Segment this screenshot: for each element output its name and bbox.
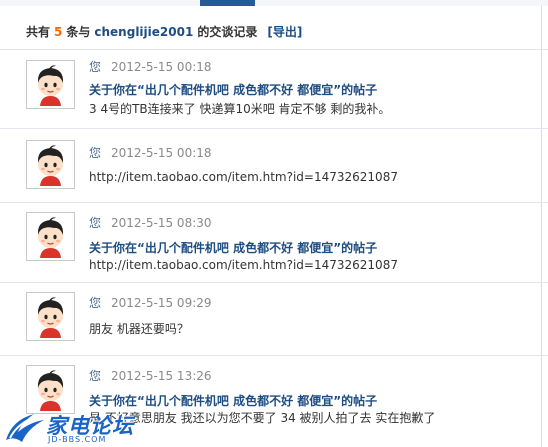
summary-prefix: 共有 [26,25,51,39]
message-count: 5 [54,25,63,39]
swoosh-logo-icon [6,414,44,442]
message-item: 您 2012-5-15 08:30 关于你在“出几个配件机吧 成色都不好 都便宜”… [0,203,548,283]
summary-mid: 条与 [66,25,91,39]
summary-suffix: 的交谈记录 [197,25,258,39]
message-text: http://item.taobao.com/item.htm?id=14732… [89,170,398,184]
avatar[interactable] [26,60,75,109]
message-sender: 您 [89,216,102,230]
message-sender: 您 [89,296,102,310]
avatar[interactable] [26,292,75,341]
message-text: 是 不好意思朋友 我还以为您不要了 34 被别人拍了去 实在抱歉了 [89,411,436,425]
conversation-summary: 共有 5 条与 chenglijie2001 的交谈记录 [导出] [26,23,302,40]
message-time: 2012-5-15 00:18 [111,60,212,74]
avatar-boy-icon [29,368,72,411]
avatar-boy-icon [29,215,72,258]
message-time: 2012-5-15 00:18 [111,146,212,160]
message-time: 2012-5-15 09:29 [111,296,212,310]
thread-link[interactable]: 关于你在“出几个配件机吧 成色都不好 都便宜”的帖子 [89,392,377,409]
message-time: 2012-5-15 13:26 [111,369,212,383]
message-meta: 您 2012-5-15 13:26 [89,367,212,384]
avatar-boy-icon [29,295,72,338]
message-meta: 您 2012-5-15 08:30 [89,214,212,231]
message-meta: 您 2012-5-15 00:18 [89,144,212,161]
avatar[interactable] [26,365,75,414]
site-watermark-logo: 家电论坛 JD-BBS.COM [4,410,133,447]
avatar[interactable] [26,212,75,261]
message-text: http://item.taobao.com/item.htm?id=14732… [89,258,398,272]
message-sender: 您 [89,60,102,74]
message-item: 您 2012-5-15 09:29 朋友 机器还要吗？ [0,283,548,356]
message-item: 您 2012-5-15 00:18 关于你在“出几个配件机吧 成色都不好 都便宜”… [0,51,548,129]
avatar-boy-icon [29,143,72,186]
export-link[interactable]: [导出] [267,25,302,39]
thread-link[interactable]: 关于你在“出几个配件机吧 成色都不好 都便宜”的帖子 [89,239,377,256]
avatar[interactable] [26,140,75,189]
message-text: 朋友 机器还要吗？ [89,322,189,336]
partner-username[interactable]: chenglijie2001 [90,25,197,39]
message-sender: 您 [89,369,102,383]
message-sender: 您 [89,146,102,160]
message-item: 您 2012-5-15 00:18 http://item.taobao.com/… [0,129,548,203]
message-text: 3 4号的TB连接来了 快递算10米吧 肯定不够 剩的我补。 [89,102,391,116]
message-meta: 您 2012-5-15 09:29 [89,294,212,311]
avatar-boy-icon [29,63,72,106]
watermark-url: JD-BBS.COM [48,435,107,444]
thread-link[interactable]: 关于你在“出几个配件机吧 成色都不好 都便宜”的帖子 [89,81,377,98]
message-time: 2012-5-15 08:30 [111,216,212,230]
message-meta: 您 2012-5-15 00:18 [89,58,212,75]
conversation-header: 共有 5 条与 chenglijie2001 的交谈记录 [导出] [0,6,548,50]
